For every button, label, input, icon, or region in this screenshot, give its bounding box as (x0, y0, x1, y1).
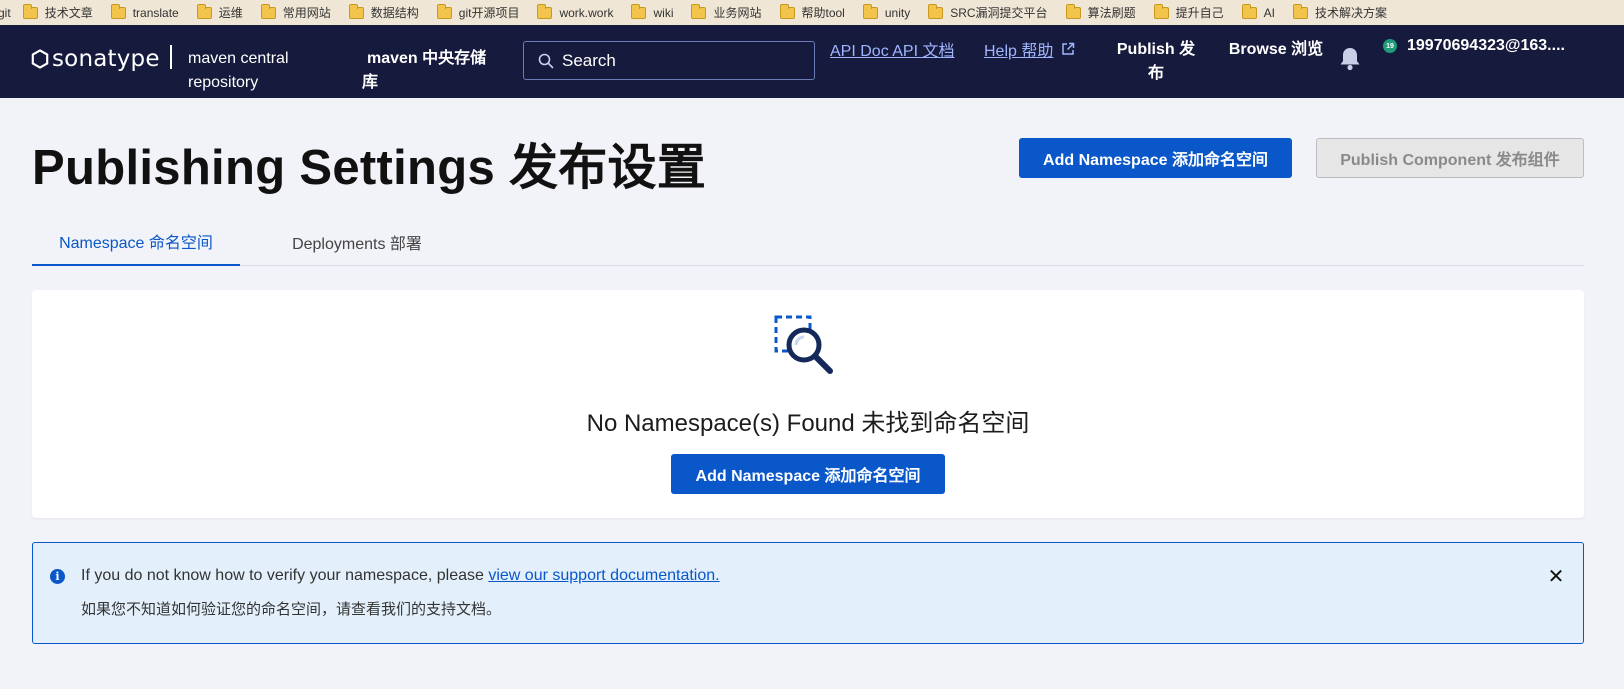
bookmark-item[interactable]: git开源项目 (436, 0, 520, 25)
folder-icon (1153, 3, 1169, 19)
search-input[interactable] (562, 50, 802, 71)
folder-icon (779, 3, 795, 19)
namespace-empty-state-card: No Namespace(s) Found 未找到命名空间 Add Namesp… (32, 290, 1584, 518)
bookmark-label: SRC漏洞提交平台 (950, 6, 1048, 20)
nav-publish[interactable]: Publish 发布 (1110, 38, 1202, 86)
folder-icon (260, 3, 276, 19)
bookmark-item[interactable]: unity (862, 0, 911, 25)
user-avatar: 19 (1383, 39, 1397, 53)
empty-state-message: No Namespace(s) Found 未找到命名空间 (586, 410, 1030, 437)
bookmark-item[interactable]: 常用网站 (260, 0, 331, 25)
repository-label-cn: maven 中央存储库 (362, 50, 487, 91)
close-alert-icon[interactable]: ✕ (1545, 565, 1567, 588)
sonatype-hexagon-icon (31, 49, 49, 69)
bookmark-item[interactable]: 数据结构 (348, 0, 419, 25)
logo-text: sonatype (52, 46, 160, 72)
alert-message-cn: 如果您不知道如何验证您的命名空间，请查看我们的支持文档。 (81, 601, 502, 618)
bookmark-item[interactable]: translate (110, 0, 179, 25)
bookmark-label: git (0, 5, 11, 20)
bookmark-item[interactable]: work.work (537, 0, 613, 25)
bookmark-item[interactable]: 技术解决方案 (1292, 0, 1387, 25)
help-link[interactable]: Help 帮助 (984, 37, 1075, 61)
bookmark-label: git开源项目 (458, 6, 520, 20)
page-title: Publishing Settings 发布设置 (32, 141, 707, 195)
bookmark-label: 数据结构 (370, 6, 419, 20)
bookmark-label: AI (1263, 5, 1275, 20)
bookmark-label: unity (884, 5, 911, 20)
folder-icon (1065, 3, 1081, 19)
external-link-icon (1062, 42, 1075, 55)
bookmark-item[interactable]: 运维 (196, 0, 243, 25)
bookmark-item[interactable]: SRC漏洞提交平台 (928, 0, 1048, 25)
bookmark-label: work.work (559, 5, 614, 20)
settings-tabs: Namespace 命名空间 Deployments 部署 (32, 218, 1584, 266)
folder-icon (436, 3, 452, 19)
api-doc-link[interactable]: API Doc API 文档 (830, 37, 955, 61)
bookmark-item[interactable]: 算法刷题 (1065, 0, 1136, 25)
folder-icon (1292, 3, 1308, 19)
bookmarks-bar: git 技术文章 translate 运维 常用网站 数据结构 git开源项目 work.wo… (0, 0, 1624, 25)
bookmark-label: 技术文章 (44, 6, 93, 20)
user-menu[interactable]: 19 19970694323@163.... (1383, 37, 1565, 55)
folder-icon (22, 3, 38, 19)
top-navigation-bar: sonatype maven central repository maven … (0, 25, 1624, 98)
folder-icon (691, 3, 707, 19)
support-documentation-link[interactable]: view our support documentation. (488, 567, 719, 584)
bookmark-label: 算法刷题 (1087, 6, 1136, 20)
folder-icon (537, 3, 553, 19)
sonatype-logo[interactable]: sonatype (31, 46, 160, 72)
bookmark-item[interactable]: wiki (631, 0, 673, 25)
bookmark-item[interactable]: 技术文章 (22, 0, 93, 25)
publish-component-button: Publish Component 发布组件 (1316, 138, 1584, 178)
folder-icon (196, 3, 212, 19)
folder-icon (928, 3, 944, 19)
logo-divider (170, 45, 172, 69)
add-namespace-card-button[interactable]: Add Namespace 添加命名空间 (671, 454, 945, 494)
search-not-found-icon (774, 315, 833, 374)
bookmark-item[interactable]: 业务网站 (691, 0, 762, 25)
bookmark-item[interactable]: 帮助tool (779, 0, 845, 25)
alert-message: If you do not know how to verify your na… (81, 567, 720, 585)
bookmark-label: translate (132, 5, 179, 20)
notification-bell-icon[interactable] (1338, 46, 1362, 72)
folder-icon (348, 3, 364, 19)
bookmark-label: 业务网站 (713, 6, 762, 20)
bookmark-label: 帮助tool (801, 6, 845, 20)
folder-icon (1241, 3, 1257, 19)
tab-namespace[interactable]: Namespace 命名空间 (32, 218, 240, 266)
bookmark-item[interactable]: git (0, 0, 11, 25)
search-icon (538, 53, 554, 68)
bookmark-label: 运维 (218, 6, 243, 20)
repository-label: maven central repository (188, 50, 289, 91)
folder-icon (862, 3, 878, 19)
bookmark-item[interactable]: 提升自己 (1153, 0, 1224, 25)
bookmark-label: 提升自己 (1175, 6, 1224, 20)
folder-icon (631, 3, 647, 19)
search-box[interactable] (523, 41, 815, 80)
info-icon: i (50, 569, 65, 584)
bookmark-label: wiki (653, 5, 674, 20)
add-namespace-button[interactable]: Add Namespace 添加命名空间 (1019, 138, 1292, 178)
folder-icon (110, 3, 126, 19)
help-link-label: Help 帮助 (984, 43, 1054, 60)
nav-browse[interactable]: Browse 浏览 (1228, 38, 1324, 62)
user-email: 19970694323@163.... (1407, 37, 1565, 54)
info-alert: i If you do not know how to verify your … (32, 542, 1584, 644)
bookmark-item[interactable]: AI (1241, 0, 1275, 25)
bookmark-label: 技术解决方案 (1314, 6, 1387, 20)
alert-text: If you do not know how to verify your na… (81, 567, 489, 584)
bookmark-label: 常用网站 (282, 6, 331, 20)
tab-deployments[interactable]: Deployments 部署 (262, 218, 452, 266)
